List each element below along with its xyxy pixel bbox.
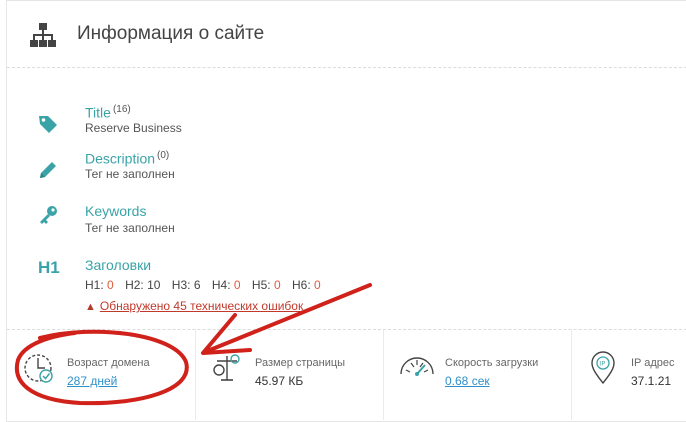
page-size-icon <box>213 354 240 381</box>
stat-value-link[interactable]: 0.68 сек <box>445 374 490 388</box>
meta-description-value: Тег не заполнен <box>85 167 175 181</box>
stat-label: Скорость загрузки <box>445 357 539 369</box>
stat-page-size: Размер страницы 45.97 КБ <box>195 330 384 420</box>
stat-value: 37.1.21 <box>631 374 672 388</box>
stat-value-link[interactable]: 287 дней <box>67 374 117 388</box>
errors-link[interactable]: Обнаружено 45 технических ошибок <box>100 299 303 313</box>
stat-value: 45.97 КБ <box>255 374 304 388</box>
meta-headings-label[interactable]: Заголовки <box>85 257 151 273</box>
stat-label: Размер страницы <box>255 357 346 369</box>
heading-counts: H1: 0 H2: 10 H3: 6 H4: 0 H5: 0 H6: 0 <box>85 278 321 292</box>
stat-load-speed: Скорость загрузки 0.68 сек <box>383 330 572 420</box>
pencil-icon <box>40 162 56 178</box>
stat-ip: IP IP адрес 37.1.21 <box>571 330 686 420</box>
meta-keywords-label[interactable]: Keywords <box>85 203 146 219</box>
meta-title-label[interactable]: Title (16) <box>85 104 131 121</box>
warning-icon: ▲ <box>85 301 96 313</box>
tag-icon <box>39 116 57 133</box>
stat-label: IP адрес <box>631 357 675 369</box>
domain-age-icon <box>24 354 53 383</box>
svg-text:IP: IP <box>599 360 605 368</box>
sitemap-icon <box>30 23 56 47</box>
card-header: Информация о сайте <box>7 1 686 68</box>
stats-strip: Возраст домена 287 дней Размер страницы … <box>7 329 686 420</box>
meta-title-count: (16) <box>112 104 131 115</box>
meta-title-value: Reserve Business <box>85 121 182 135</box>
site-info-card: Информация о сайте Title (16) Reserve Bus… <box>6 0 686 422</box>
errors-warning: ▲ Обнаружено 45 технических ошибок <box>85 299 303 313</box>
speedometer-icon <box>400 357 434 376</box>
stat-label: Возраст домена <box>67 357 150 369</box>
ip-location-icon: IP <box>591 351 615 385</box>
meta-description-count: (0) <box>157 150 170 161</box>
h1-icon: H1 <box>38 258 60 277</box>
meta-keywords-value: Тег не заполнен <box>85 221 175 235</box>
key-icon <box>40 206 57 224</box>
stat-domain-age: Возраст домена 287 дней <box>7 330 196 420</box>
meta-description-label[interactable]: Description (0) <box>85 150 169 167</box>
card-title: Информация о сайте <box>77 23 265 44</box>
